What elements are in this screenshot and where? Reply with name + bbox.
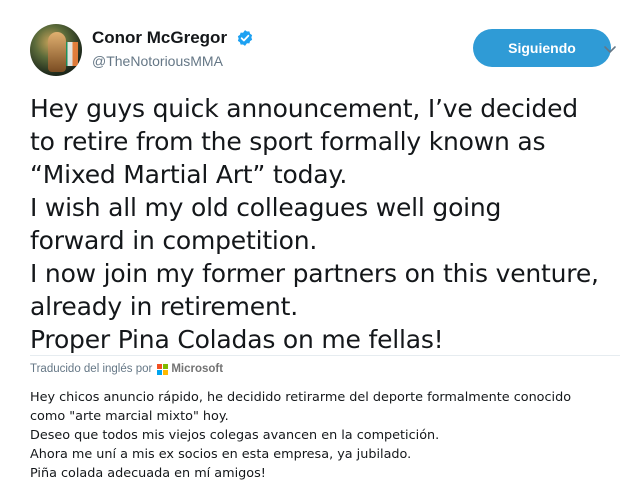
tweet-line: “Mixed Martial Art” today.	[30, 160, 348, 189]
display-name[interactable]: Conor McGregor	[92, 28, 227, 48]
author-info: Conor McGregor @TheNotoriousMMA	[92, 28, 254, 69]
tweet-line: Proper Pina Coladas on me fellas!	[30, 325, 444, 354]
translation-line: Deseo que todos mis viejos colegas avanc…	[30, 428, 440, 443]
translation-credit: Traducido del inglés por Microsoft	[30, 363, 223, 375]
translated-text: Hey chicos anuncio rápido, he decidido r…	[30, 388, 620, 483]
tweet-line: forward in competition.	[30, 226, 318, 255]
tweet-line: I wish all my old colleagues well going	[30, 193, 502, 222]
translation-credit-label: Traducido del inglés por	[30, 363, 153, 375]
following-button[interactable]: Siguiendo	[473, 29, 611, 67]
translation-provider[interactable]: Microsoft	[171, 363, 223, 375]
avatar-figure-shape	[48, 32, 66, 72]
translation-line: como "arte marcial mixto" hoy.	[30, 409, 229, 424]
chevron-down-icon[interactable]	[602, 41, 618, 57]
translation-line: Hey chicos anuncio rápido, he decidido r…	[30, 390, 572, 405]
translation-line: Piña colada adecuada en mí amigos!	[30, 466, 266, 481]
tweet-line: Hey guys quick announcement, I’ve decide…	[30, 94, 578, 123]
translation-line: Ahora me uní a mis ex socios en esta emp…	[30, 447, 412, 462]
verified-icon	[237, 30, 252, 46]
tweet-text: Hey guys quick announcement, I’ve decide…	[30, 92, 630, 356]
tweet-line: I now join my former partners on this ve…	[30, 259, 599, 288]
tweet-line: to retire from the sport formally known …	[30, 127, 546, 156]
tweet-header: Conor McGregor @TheNotoriousMMA Siguiend…	[30, 22, 630, 78]
divider	[30, 355, 620, 356]
microsoft-logo-icon[interactable]	[157, 363, 169, 375]
avatar[interactable]	[30, 24, 82, 76]
tweet-line: already in retirement.	[30, 292, 298, 321]
handle[interactable]: @TheNotoriousMMA	[92, 53, 254, 69]
